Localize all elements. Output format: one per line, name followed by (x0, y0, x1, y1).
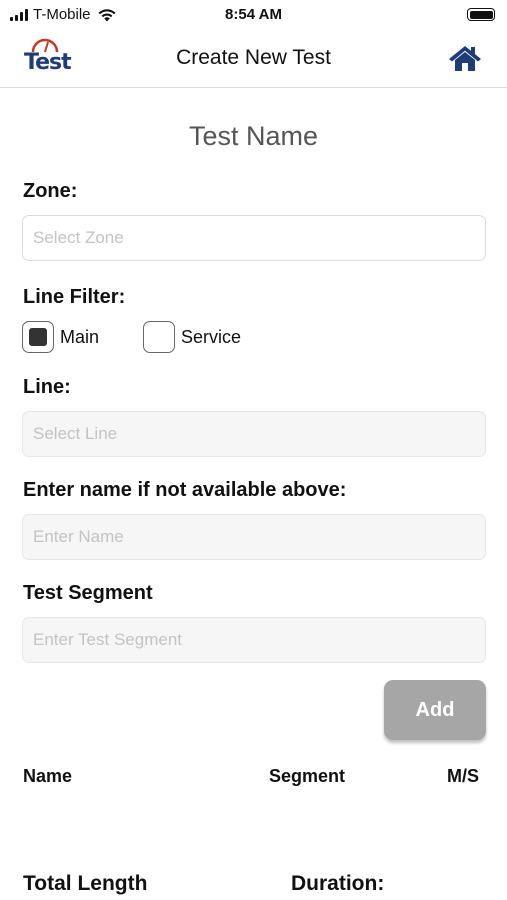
line-select[interactable] (22, 411, 486, 457)
filter-service-option[interactable]: Service (143, 321, 241, 353)
battery-fill (469, 10, 493, 19)
add-button[interactable]: Add (384, 680, 486, 740)
checkbox-checked-mark (29, 328, 47, 346)
filter-service-checkbox[interactable] (143, 321, 176, 353)
duration-label: Duration: (291, 872, 385, 895)
total-length-label: Total Length (23, 872, 148, 895)
segment-label: Test Segment (23, 582, 153, 604)
column-header-name: Name (23, 766, 73, 786)
battery-icon (467, 8, 495, 21)
name-input[interactable] (22, 514, 486, 560)
name-label: Enter name if not available above: (23, 479, 347, 501)
home-icon (449, 46, 481, 71)
filter-main-checkbox[interactable] (22, 321, 54, 353)
page-title: Create New Test (176, 46, 331, 69)
status-bar: T-Mobile 8:54 AM (0, 0, 507, 30)
nav-bar: Test Create New Test (0, 30, 507, 88)
zone-label: Zone: (23, 180, 78, 202)
filter-service-label: Service (181, 326, 242, 347)
filter-main-label: Main (60, 326, 100, 347)
status-time: 8:54 AM (225, 6, 282, 23)
column-header-ms: M/S (447, 766, 480, 786)
test-name-heading[interactable]: Test Name (0, 121, 507, 152)
line-label: Line: (23, 376, 71, 398)
home-button[interactable] (447, 42, 483, 74)
filter-main-option[interactable]: Main (22, 321, 99, 353)
zone-select[interactable] (22, 215, 486, 261)
line-filter-options: Main Service (22, 320, 241, 354)
segment-input[interactable] (22, 617, 486, 663)
column-header-segment: Segment (269, 766, 346, 786)
line-filter-label: Line Filter: (23, 286, 126, 308)
